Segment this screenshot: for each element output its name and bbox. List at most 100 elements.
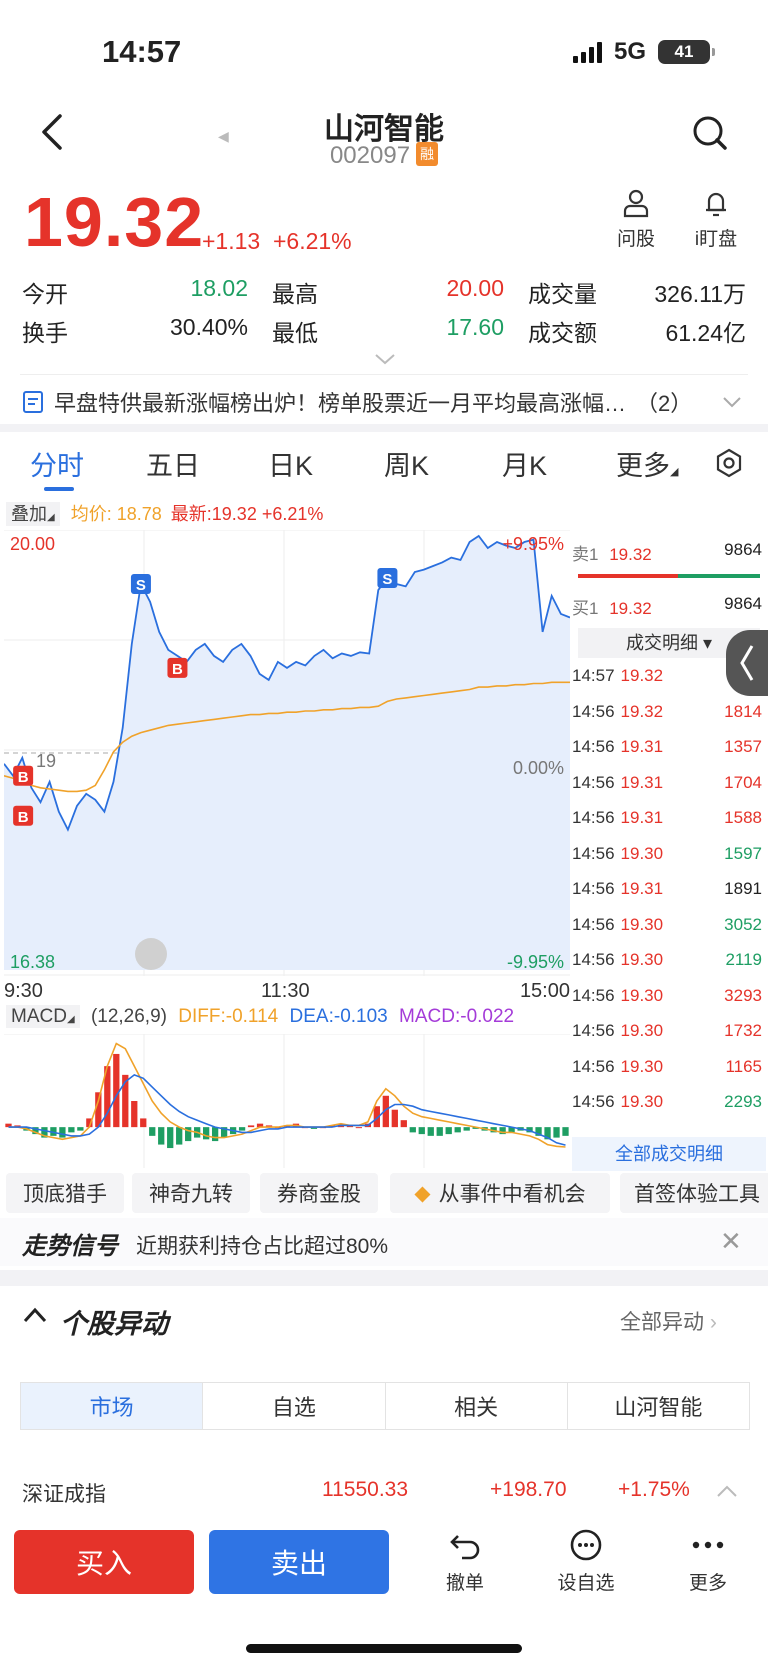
- index-name: 深证成指: [22, 1483, 106, 1506]
- trade-detail-label: 成交明细: [625, 633, 698, 653]
- macd-bar: [355, 1127, 363, 1129]
- add-watchlist-button[interactable]: 设自选: [546, 1528, 626, 1595]
- sell-1-row: 卖1 19.32 9864: [572, 540, 762, 565]
- side-drawer-handle[interactable]: [726, 630, 768, 696]
- trade-time: 14:56: [572, 808, 615, 827]
- trade-volume: 2293: [724, 1092, 762, 1111]
- ask-stock-label: 问股: [616, 229, 655, 250]
- cancel-order-button[interactable]: 撤单: [425, 1528, 505, 1595]
- trade-time: 14:56: [572, 1021, 615, 1040]
- macd-label: MACD: [11, 1006, 67, 1027]
- trade-row: 14:56 19.30 2119: [572, 950, 762, 970]
- macd-button[interactable]: MACD◢: [6, 1005, 80, 1028]
- x-tick-label: 11:30: [261, 980, 310, 1002]
- settings-icon[interactable]: [714, 448, 744, 483]
- news-banner[interactable]: 早盘特供最新涨幅榜出炉！榜单股票近一月平均最高涨幅… （2）: [22, 386, 742, 418]
- trade-time: 14:56: [572, 1056, 615, 1076]
- network-label: 5G: [613, 38, 646, 65]
- sell-button[interactable]: 卖出: [209, 1530, 389, 1594]
- stock-code-line: 002097 融: [0, 142, 768, 170]
- tab-five-day[interactable]: 五日: [146, 444, 200, 483]
- all-movements-link[interactable]: 全部异动 ›: [620, 1306, 717, 1336]
- macd-bar: [436, 1127, 443, 1136]
- order-book: 卖1 19.32 9864 买1 19.32 9864 成交明细 ▾ 14:57…: [572, 530, 766, 1171]
- buy-1-label: 买1: [572, 599, 599, 618]
- macd-bar: [68, 1127, 75, 1133]
- stat-label-turnover: 换手: [22, 320, 68, 346]
- tab-weekly-k[interactable]: 周K: [384, 444, 429, 483]
- watch-button[interactable]: i盯盘: [688, 188, 744, 251]
- home-indicator: [246, 1644, 522, 1653]
- trade-row: 14:56 19.30 1597: [572, 844, 762, 864]
- macd-bar: [562, 1127, 569, 1136]
- close-icon[interactable]: ✕: [720, 1226, 742, 1257]
- stat-value-volume: 326.11万: [654, 281, 746, 307]
- prev-close-label: 19: [36, 751, 56, 771]
- macd-bar: [418, 1127, 425, 1135]
- trade-volume: 1588: [724, 808, 762, 827]
- intraday-chart[interactable]: 20.00 16.38 +9.95% 0.00% -9.95% 19 B B S B S: [4, 530, 570, 976]
- trade-price: 19.30: [620, 950, 664, 969]
- shortcut-event-label: 从事件中看机会: [438, 1183, 586, 1206]
- divider: [20, 374, 748, 375]
- shortcut-first-sign[interactable]: 首签体验工具: [620, 1173, 768, 1213]
- movement-segment: 市场 自选 相关 山河智能: [20, 1382, 750, 1430]
- trade-price: 19.31: [620, 808, 664, 827]
- tab-more-label: 更多: [616, 451, 670, 481]
- trade-price: 19.30: [620, 914, 664, 934]
- document-icon: [23, 391, 43, 413]
- trade-volume: 1357: [724, 737, 762, 756]
- trade-time: 14:56: [572, 701, 615, 721]
- tab-intraday[interactable]: 分时: [30, 444, 84, 483]
- search-icon[interactable]: [692, 115, 728, 151]
- stat-label-low: 最低: [272, 320, 318, 346]
- trade-time: 14:56: [572, 1092, 615, 1111]
- macd-params: (12,26,9): [90, 1006, 167, 1027]
- sell-1-vol: 9864: [724, 540, 762, 559]
- trade-price: 19.30: [620, 843, 664, 863]
- macd-bar: [445, 1127, 452, 1135]
- all-trades-button[interactable]: 全部成交明细: [572, 1137, 766, 1171]
- trade-row: 14:56 19.30 2293: [572, 1092, 762, 1112]
- stat-value-amount: 61.24亿: [665, 320, 746, 346]
- overlay-button[interactable]: 叠加◢: [6, 502, 60, 526]
- trade-row: 14:56 19.30 1165: [572, 1057, 762, 1077]
- collapse-chevron-icon[interactable]: [22, 1306, 48, 1329]
- cancel-order-label: 撤单: [445, 1573, 484, 1594]
- chevron-up-icon[interactable]: [716, 1480, 738, 1504]
- macd-chart[interactable]: [4, 1034, 570, 1168]
- index-pct: +1.75%: [618, 1478, 690, 1501]
- segment-watchlist[interactable]: 自选: [203, 1383, 386, 1429]
- trade-volume: 1732: [724, 1021, 762, 1040]
- macd-diff: DIFF:-0.114: [178, 1006, 279, 1027]
- trade-volume: 1704: [724, 772, 762, 792]
- more-button[interactable]: 更多: [668, 1528, 748, 1595]
- trend-signal-bar[interactable]: 走势信号 近期获利持仓占比超过80% ✕: [0, 1218, 768, 1266]
- trade-marker-label: B: [18, 809, 29, 826]
- shortcut-event[interactable]: ◆ 从事件中看机会: [390, 1173, 610, 1213]
- trade-time: 14:56: [572, 843, 615, 863]
- all-movements-label: 全部异动: [620, 1311, 704, 1334]
- macd-bar: [77, 1127, 84, 1131]
- trade-marker-label: S: [382, 571, 392, 588]
- tab-more[interactable]: 更多◢: [616, 444, 678, 483]
- tab-daily-k[interactable]: 日K: [268, 444, 313, 483]
- ask-stock-button[interactable]: 问股: [612, 188, 660, 251]
- segment-stock[interactable]: 山河智能: [568, 1383, 749, 1429]
- shortcut-broker-gold[interactable]: 券商金股: [260, 1173, 378, 1213]
- segment-related[interactable]: 相关: [386, 1383, 568, 1429]
- expand-chevron-icon[interactable]: [374, 352, 396, 371]
- diamond-icon: ◆: [414, 1181, 431, 1205]
- buy-button[interactable]: 买入: [14, 1530, 194, 1594]
- chevron-left-icon: [740, 645, 754, 681]
- x-tick-label: 15:00: [519, 980, 570, 1002]
- stat-value-turnover: 30.40%: [169, 314, 248, 340]
- section-gap: [0, 424, 768, 432]
- trade-marker-label: B: [18, 769, 29, 786]
- tab-monthly-k[interactable]: 月K: [502, 444, 547, 483]
- segment-market[interactable]: 市场: [21, 1383, 204, 1429]
- shortcut-bottom-top[interactable]: 顶底猎手: [6, 1173, 124, 1213]
- shortcut-nine-turn[interactable]: 神奇九转: [132, 1173, 250, 1213]
- expand-icon: [135, 938, 167, 970]
- pct-label-top: +9.95%: [502, 534, 564, 554]
